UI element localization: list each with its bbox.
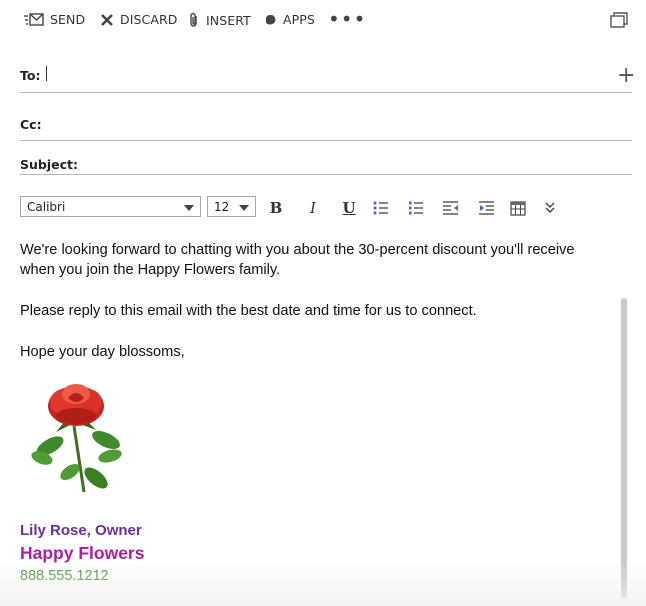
chevron-down-icon (239, 205, 249, 211)
apps-button[interactable]: APPS (264, 12, 315, 27)
body-closing: Hope your day blossoms, (20, 344, 185, 360)
apps-icon (266, 14, 276, 25)
insert-table-button[interactable] (508, 198, 528, 218)
font-family-value: Calibri (27, 200, 66, 214)
italic-icon: I (310, 199, 316, 217)
popout-window-button[interactable] (610, 12, 628, 32)
discard-x-icon (101, 13, 113, 26)
font-size-value: 12 (214, 200, 230, 214)
text-cursor (46, 66, 47, 81)
to-field-row: To: (20, 66, 632, 93)
increase-indent-button[interactable] (476, 198, 496, 218)
signature-phone: 888.555.1212 (20, 568, 109, 584)
subject-input[interactable] (82, 157, 622, 173)
body-paragraph-1-line-1: We're looking forward to chatting with y… (20, 242, 575, 258)
body-paragraph-1-line-2: when you join the Happy Flowers family. (20, 262, 281, 278)
insert-label: INSERT (206, 12, 251, 28)
cc-label: Cc: (20, 117, 42, 132)
bold-button[interactable]: B (266, 198, 286, 218)
numbered-list-icon (409, 201, 423, 215)
paperclip-icon (190, 12, 197, 27)
font-size-select[interactable]: 12 (207, 196, 256, 217)
send-icon (24, 12, 44, 26)
signature-name: Lily Rose, Owner (20, 522, 142, 539)
increase-indent-icon (478, 201, 494, 215)
bullet-list-button[interactable] (371, 198, 391, 218)
underline-button[interactable]: U (339, 198, 359, 218)
italic-button[interactable]: I (303, 198, 323, 218)
bold-icon: B (269, 199, 283, 217)
bullet-list-icon (373, 201, 388, 215)
body-paragraph-2: Please reply to this email with the best… (20, 303, 477, 319)
signature-company: Happy Flowers (20, 543, 145, 563)
send-button[interactable]: SEND (24, 12, 85, 27)
to-input[interactable] (50, 66, 610, 86)
insert-button[interactable]: INSERT (188, 12, 251, 28)
send-label: SEND (50, 12, 86, 27)
discard-label: DISCARD (120, 12, 178, 27)
more-dots-icon: ••• (328, 7, 367, 31)
cc-input[interactable] (50, 116, 610, 136)
compose-toolbar: SEND DISCARD INSERT APPS ••• (0, 0, 646, 44)
subject-label: Subject: (20, 157, 78, 172)
cc-field-row: Cc: (20, 116, 632, 141)
more-options-button[interactable]: ••• (328, 7, 367, 31)
popout-icon (610, 12, 628, 28)
discard-button[interactable]: DISCARD (100, 12, 178, 27)
chevron-down-icon (184, 205, 194, 211)
more-formatting-button[interactable] (540, 198, 560, 218)
double-chevron-down-icon (545, 202, 555, 213)
table-icon (510, 200, 526, 216)
vertical-scrollbar[interactable] (621, 298, 627, 598)
decrease-indent-button[interactable] (440, 198, 460, 218)
apps-label: APPS (283, 12, 315, 27)
subject-field-row: Subject: (20, 157, 632, 175)
font-family-select[interactable]: Calibri (20, 196, 201, 217)
rose-image (31, 384, 122, 493)
underline-icon: U (342, 199, 356, 217)
add-recipient-plus-icon[interactable]: + (617, 65, 635, 87)
to-label: To: (20, 68, 41, 83)
decrease-indent-icon (442, 201, 458, 215)
numbered-list-button[interactable] (406, 198, 426, 218)
